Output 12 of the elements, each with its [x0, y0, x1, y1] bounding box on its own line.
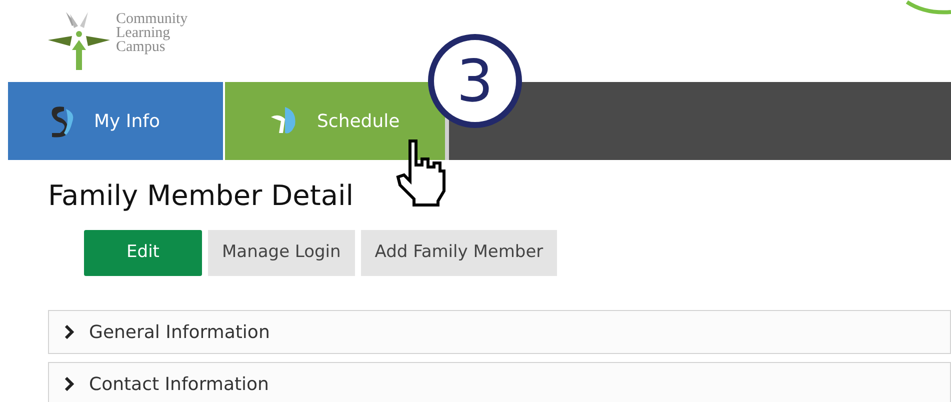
page-title: Family Member Detail — [48, 178, 354, 214]
logo-icon — [48, 10, 110, 72]
edit-button[interactable]: Edit — [84, 230, 202, 276]
arc-drawing — [905, 0, 951, 16]
section-header[interactable]: General Information — [48, 310, 951, 354]
action-button[interactable]: Manage Login — [208, 230, 355, 276]
step-number: 3 — [428, 34, 522, 128]
pointer-cursor-icon — [396, 139, 448, 207]
logo-wordmark: Community Learning Campus — [116, 10, 188, 54]
action-button[interactable]: Add Family Member — [360, 230, 558, 276]
nav-tab[interactable]: My Info — [8, 82, 223, 160]
section-header[interactable]: Contact Information — [48, 362, 951, 402]
